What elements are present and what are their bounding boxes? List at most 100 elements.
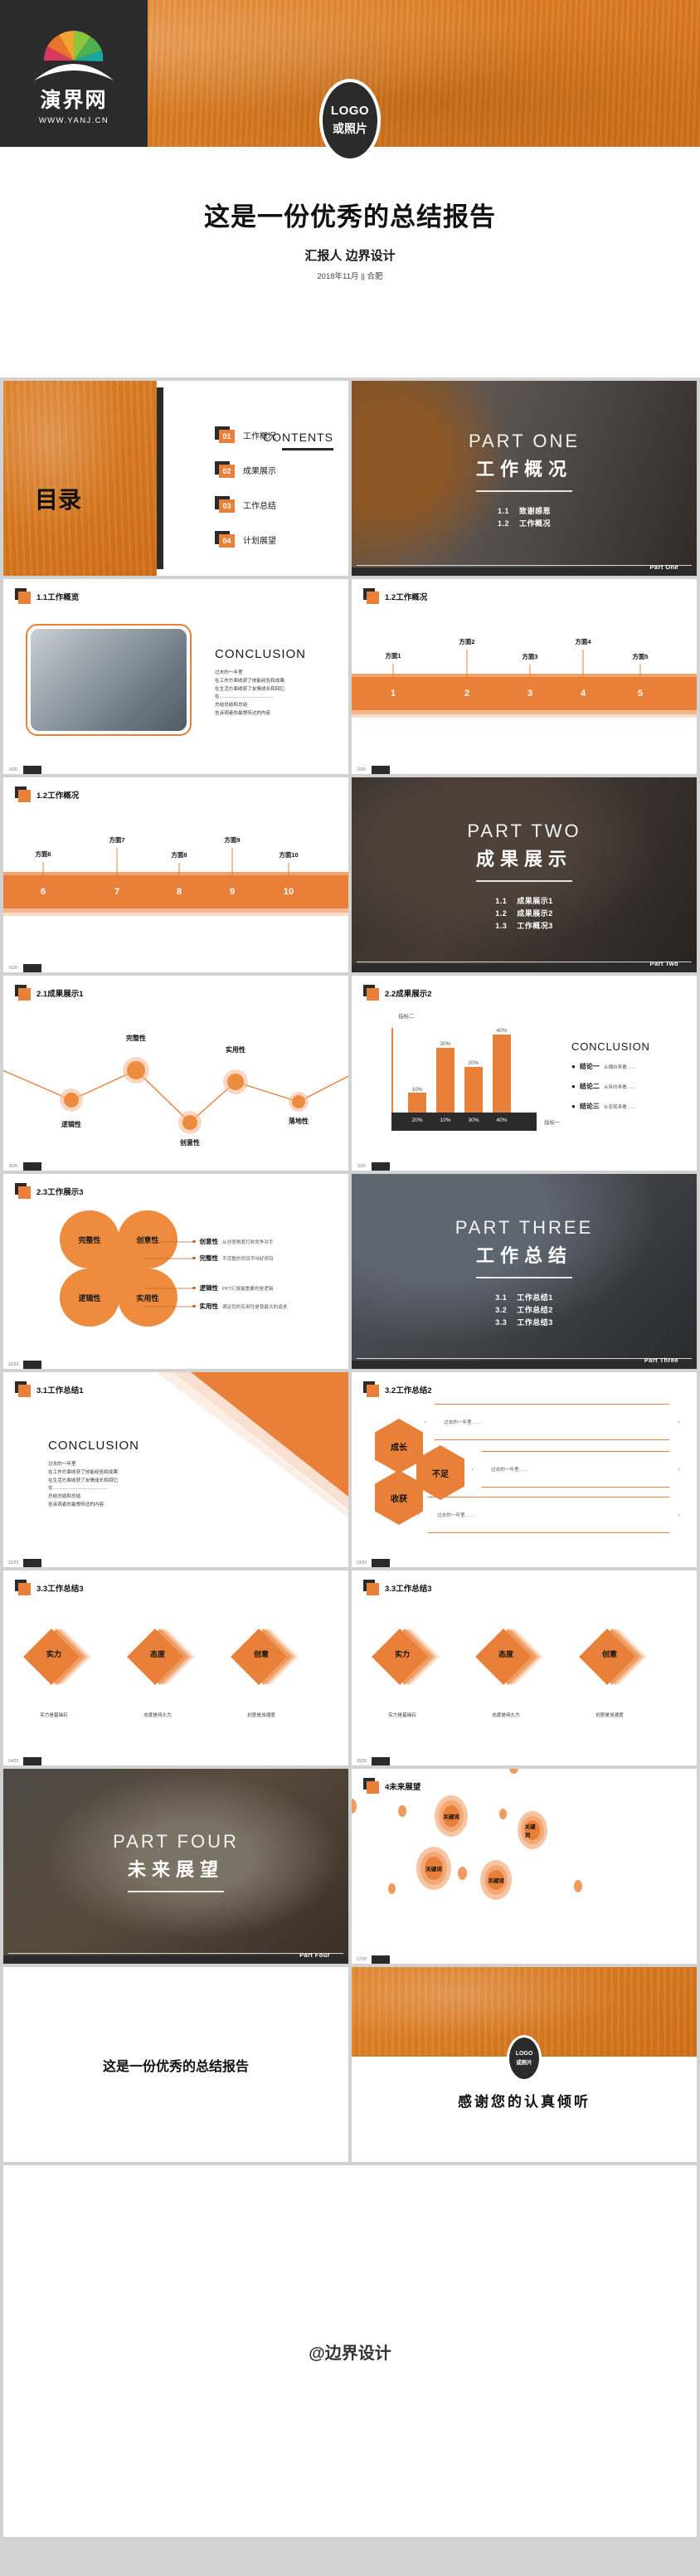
timeline-stem	[42, 862, 44, 877]
diamond-strength[interactable]: 实力	[23, 1629, 91, 1685]
slide-title: 4未来展望	[385, 1782, 421, 1792]
x-axis-label: 指标一	[544, 1120, 561, 1126]
clover-petal-bottom-left[interactable]: 逻辑性	[60, 1269, 119, 1327]
hexbar-1: 过去的一年里……	[425, 1404, 679, 1440]
timeline-number: 7	[114, 887, 120, 897]
clover-legend-item-3: 逻辑性 PPT汇报最重要的是逻辑	[192, 1283, 273, 1293]
timeline-number: 9	[229, 887, 236, 897]
bubble-decoration	[499, 1809, 507, 1819]
bullet-no: 3.3	[495, 1317, 508, 1327]
line-point-label: 实用性	[226, 1046, 245, 1054]
bullet-no: 1.2	[495, 909, 508, 918]
diamond-caption: 实力是基础石	[388, 1713, 416, 1718]
timeline-label: 方面7	[109, 836, 125, 844]
slide-footer: 10/20	[3, 1361, 348, 1369]
header-square-icon	[363, 1580, 379, 1595]
logo-label-en: LOGO	[330, 104, 370, 118]
clover-petal-top-left[interactable]: 完整性	[60, 1210, 119, 1269]
line-point-label: 逻辑性	[61, 1121, 81, 1128]
end-title: 这是一份优秀的总结报告	[102, 2059, 249, 2074]
timeline-number: 6	[40, 887, 46, 897]
header-square-icon	[15, 1381, 31, 1397]
toc-item-02[interactable]: 02 成果展示	[215, 461, 276, 478]
slide-footer: 4/20	[3, 766, 348, 774]
diamond-strength[interactable]: 实力	[372, 1629, 440, 1685]
slide-1-2-a: 1.2工作概况 方面1 方面2 方面3 方面4 方面5 1 2 3 4 5 5/…	[352, 579, 697, 774]
hexbar-3: 过去的一年里……	[418, 1497, 679, 1533]
bubble-decoration	[388, 1883, 396, 1894]
hexagon-shortfall[interactable]: 不足	[416, 1445, 464, 1500]
header-square-icon	[363, 985, 379, 1001]
part-en-title: PART FOUR	[113, 1830, 239, 1852]
bullet-label: 工作总结1	[517, 1293, 553, 1303]
timeline-number: 10	[283, 887, 294, 897]
toc-item-01[interactable]: 01 工作概况	[215, 426, 276, 443]
slide-row-2: 1.1工作概览 CONCLUSION 过去的一年里 在工作方面收获了技能经验和成…	[0, 579, 700, 777]
hexagon-label: 成长	[391, 1443, 407, 1453]
logo-label-en: LOGO	[515, 2051, 533, 2057]
hexagon-harvest[interactable]: 收获	[375, 1470, 423, 1525]
bubble-keyword-4[interactable]: 关键词	[480, 1860, 512, 1900]
bubble-keyword-3[interactable]: 关键词	[518, 1811, 547, 1849]
bullet-dot-icon: ●	[571, 1063, 576, 1070]
part-foot-tag: Part One	[649, 563, 678, 571]
toc-item-03[interactable]: 03 工作总结	[215, 496, 276, 513]
legend-dot-icon	[192, 1239, 196, 1243]
diamond-caption: 实力是基础石	[40, 1713, 68, 1718]
bubble-label: 关键词	[425, 1857, 443, 1880]
hexbar-2: 过去的一年里……	[472, 1451, 679, 1488]
slide-credit: @边界设计	[3, 2165, 697, 2537]
conclusion-block: CONCLUSION 过去的一年里 在工作方面收获了技能经验和成果; 在生活方面…	[215, 647, 338, 718]
bullet-label: 致谢感恩	[518, 506, 551, 515]
hexagon-label: 不足	[432, 1469, 449, 1479]
legend-dot-icon	[192, 1286, 196, 1289]
y-axis-label: 指标二	[398, 1014, 415, 1020]
conclusion-body: 过去的一年里 在工作方面收获了技能经验和成果; 在生活方面收获了友情成长和回忆;…	[215, 670, 286, 716]
bullet-no: 1.2	[497, 519, 509, 528]
slide-header: 4未来展望	[363, 1778, 420, 1794]
slide-footer: 13/20	[352, 1559, 697, 1567]
slide-row-3: 1.2工作概况 方面6 方面7 方面8 方面9 方面10 6 7 8 9 10 …	[0, 777, 700, 976]
slide-part-two: PART TWO 成果展示 1.1 成果展示1 1.2 成果展示2 1.3 工作概况3…	[352, 777, 697, 972]
timeline-stem	[582, 650, 584, 679]
diamond-attitude[interactable]: 态度	[475, 1629, 543, 1685]
bar-value-label: 40%	[496, 1028, 508, 1034]
diamond-attitude[interactable]: 态度	[127, 1629, 195, 1685]
y-axis	[391, 1028, 393, 1113]
slide-footer: 15/20	[352, 1757, 697, 1765]
divider-rule	[476, 880, 572, 883]
toc-number: 04	[219, 534, 235, 548]
bubble-keyword-1[interactable]: 关键词	[416, 1847, 451, 1890]
legend-key: 逻辑性	[199, 1284, 219, 1292]
toc-item-04[interactable]: 04 计划展望	[215, 531, 276, 548]
toc-item-label: 成果展示	[243, 466, 276, 476]
slide-footer: 17/20	[352, 1955, 697, 1964]
hexagon-growth[interactable]: 成长	[375, 1419, 423, 1473]
cover-logo-placeholder: LOGO 或照片	[319, 79, 381, 162]
bullet-label: 工作概况	[518, 519, 551, 528]
slide-title: 3.3工作总结3	[385, 1584, 432, 1594]
bar-2	[464, 1067, 483, 1113]
toc-number-badge: 03	[215, 496, 235, 513]
bar-value-label: 10%	[411, 1087, 423, 1093]
diamond-creativity[interactable]: 创意	[231, 1629, 299, 1685]
part-cn-title: 成果展示	[475, 849, 572, 870]
bar-0	[408, 1093, 426, 1113]
slide-1-1: 1.1工作概览 CONCLUSION 过去的一年里 在工作方面收获了技能经验和成…	[3, 579, 348, 774]
diamond-creativity[interactable]: 创意	[579, 1629, 647, 1685]
slide-header: 1.1工作概览	[15, 588, 79, 604]
brand-name: 演界网	[40, 88, 108, 112]
slide-title: 3.1工作总结1	[36, 1385, 84, 1395]
clover-legend-item-1: 创意性 从创意角度打败竞争对手	[192, 1237, 274, 1246]
bubble-keyword-2[interactable]: 关键词	[435, 1795, 468, 1837]
diamond-caption: 态度是持久力	[492, 1713, 520, 1718]
x-tick-label: 10%	[440, 1118, 451, 1123]
bar-3	[493, 1035, 511, 1113]
bullet-no: 1.1	[497, 506, 509, 515]
slide-thanks: LOGO 或照片 感谢您的认真倾听	[352, 1967, 697, 2162]
slide-toc: CONTENTS 目录 01 工作概况 02 成果展示 03 工作总结 04 计…	[3, 381, 348, 576]
slide-part-one: PART ONE 工作概况 1.1 致谢感恩 1.2 工作概况 Part One	[352, 381, 697, 576]
toc-number-badge: 01	[215, 426, 235, 443]
bar-value-label: 20%	[468, 1060, 479, 1066]
page-number: 6/20	[3, 964, 23, 972]
